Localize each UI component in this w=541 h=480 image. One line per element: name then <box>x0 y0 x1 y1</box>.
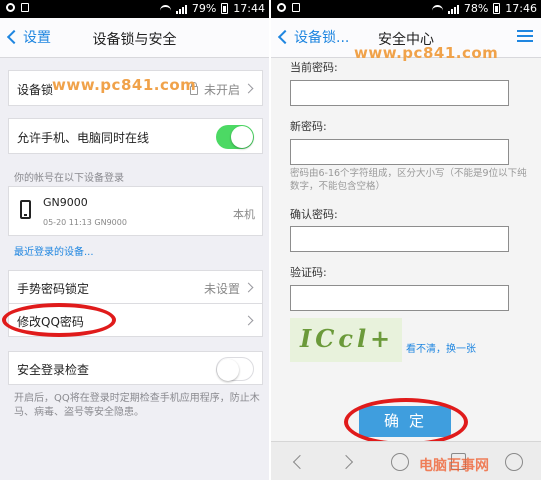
device-row: GN9000 05-20 11:13 GN9000 本机 <box>8 186 263 236</box>
watermark: www.pc841.com <box>354 44 499 62</box>
online-toggle[interactable] <box>216 125 254 149</box>
wifi-icon <box>159 4 171 13</box>
device-type: 本机 <box>233 208 255 221</box>
recent-devices-link[interactable]: 最近登录的设备... <box>14 243 94 258</box>
watermark: www.pc841.com <box>52 76 197 94</box>
back-nav-icon[interactable] <box>292 454 308 470</box>
login-check-label: 安全登录检查 <box>17 363 90 377</box>
highlight-ellipse <box>2 303 116 337</box>
highlight-ellipse <box>344 398 468 446</box>
gesture-lock-label: 手势密码锁定 <box>17 282 90 296</box>
home-icon[interactable] <box>505 453 523 471</box>
status-time: 17:44 <box>233 2 265 15</box>
device-name: GN9000 <box>43 196 88 209</box>
gesture-lock-row[interactable]: 手势密码锁定 未设置 <box>8 270 263 304</box>
status-bar: 78% 17:46 <box>271 0 541 18</box>
battery-percent: 78% <box>463 2 489 15</box>
new-password-label: 新密码: <box>290 120 327 133</box>
menu-icon[interactable] <box>517 30 533 43</box>
bottom-watermark: 电脑百事网 <box>419 458 489 474</box>
status-bar: 79% 17:44 <box>0 0 269 18</box>
devices-section-title: 你的帐号在以下设备登录 <box>14 173 124 184</box>
battery-icon <box>221 3 229 14</box>
captcha-image[interactable]: ICcl+ <box>290 318 402 362</box>
online-toggle-label: 允许手机、电脑同时在线 <box>17 131 150 145</box>
status-time: 17:46 <box>505 2 537 15</box>
password-hint: 密码由6-16个字符组成，区分大小写（不能是9位以下纯数字，不能包含空格） <box>290 168 527 192</box>
device-lock-label: 设备锁 <box>17 83 54 97</box>
phone-icon <box>20 200 31 219</box>
device-lock-status: 未开启 <box>203 83 240 97</box>
device-detail: 05-20 11:13 GN9000 <box>43 218 127 227</box>
right-screen: 78% 17:46 设备锁... 安全中心 www.pc841.com 当前密码… <box>271 0 541 480</box>
screenshot-icon <box>292 3 300 12</box>
notification-icon <box>6 3 15 12</box>
confirm-password-label: 确认密码: <box>290 208 338 221</box>
new-password-field[interactable] <box>290 139 509 165</box>
device-lock-value: 未开启 <box>189 81 240 98</box>
page-title: 设备锁与安全 <box>92 32 177 48</box>
signal-icon <box>447 4 459 14</box>
screenshot-icon <box>21 3 29 12</box>
battery-percent: 79% <box>191 2 217 15</box>
refresh-captcha-link[interactable]: 看不清，换一张 <box>406 340 476 355</box>
login-check-toggle[interactable] <box>216 357 254 381</box>
battery-icon <box>493 3 501 14</box>
chevron-right-icon <box>243 315 254 326</box>
refresh-icon[interactable] <box>391 453 409 471</box>
chevron-right-icon <box>243 282 254 293</box>
left-screen: 79% 17:44 设置 设备锁与安全 设备锁 未开启 www.pc841.co… <box>0 0 269 480</box>
wifi-icon <box>431 4 443 13</box>
online-toggle-row: 允许手机、电脑同时在线 <box>8 118 263 154</box>
captcha-text: ICcl+ <box>300 324 395 353</box>
captcha-field[interactable] <box>290 285 509 311</box>
browser-bottom-bar: 电脑百事网 <box>271 441 541 480</box>
notification-icon <box>277 3 286 12</box>
signal-icon <box>175 4 187 14</box>
forward-nav-icon[interactable] <box>338 454 354 470</box>
chevron-right-icon <box>243 83 254 94</box>
nav-bar: 设置 设备锁与安全 <box>0 18 269 58</box>
confirm-password-field[interactable] <box>290 226 509 252</box>
login-check-row: 安全登录检查 <box>8 351 263 385</box>
current-password-label: 当前密码: <box>290 61 338 74</box>
gesture-lock-value: 未设置 <box>203 282 240 296</box>
captcha-label: 验证码: <box>290 266 327 279</box>
current-password-field[interactable] <box>290 80 509 106</box>
login-check-note: 开启后，QQ将在登录时定期检查手机应用程序，防止木马、病毒、盗号等安全隐患。 <box>14 393 260 418</box>
